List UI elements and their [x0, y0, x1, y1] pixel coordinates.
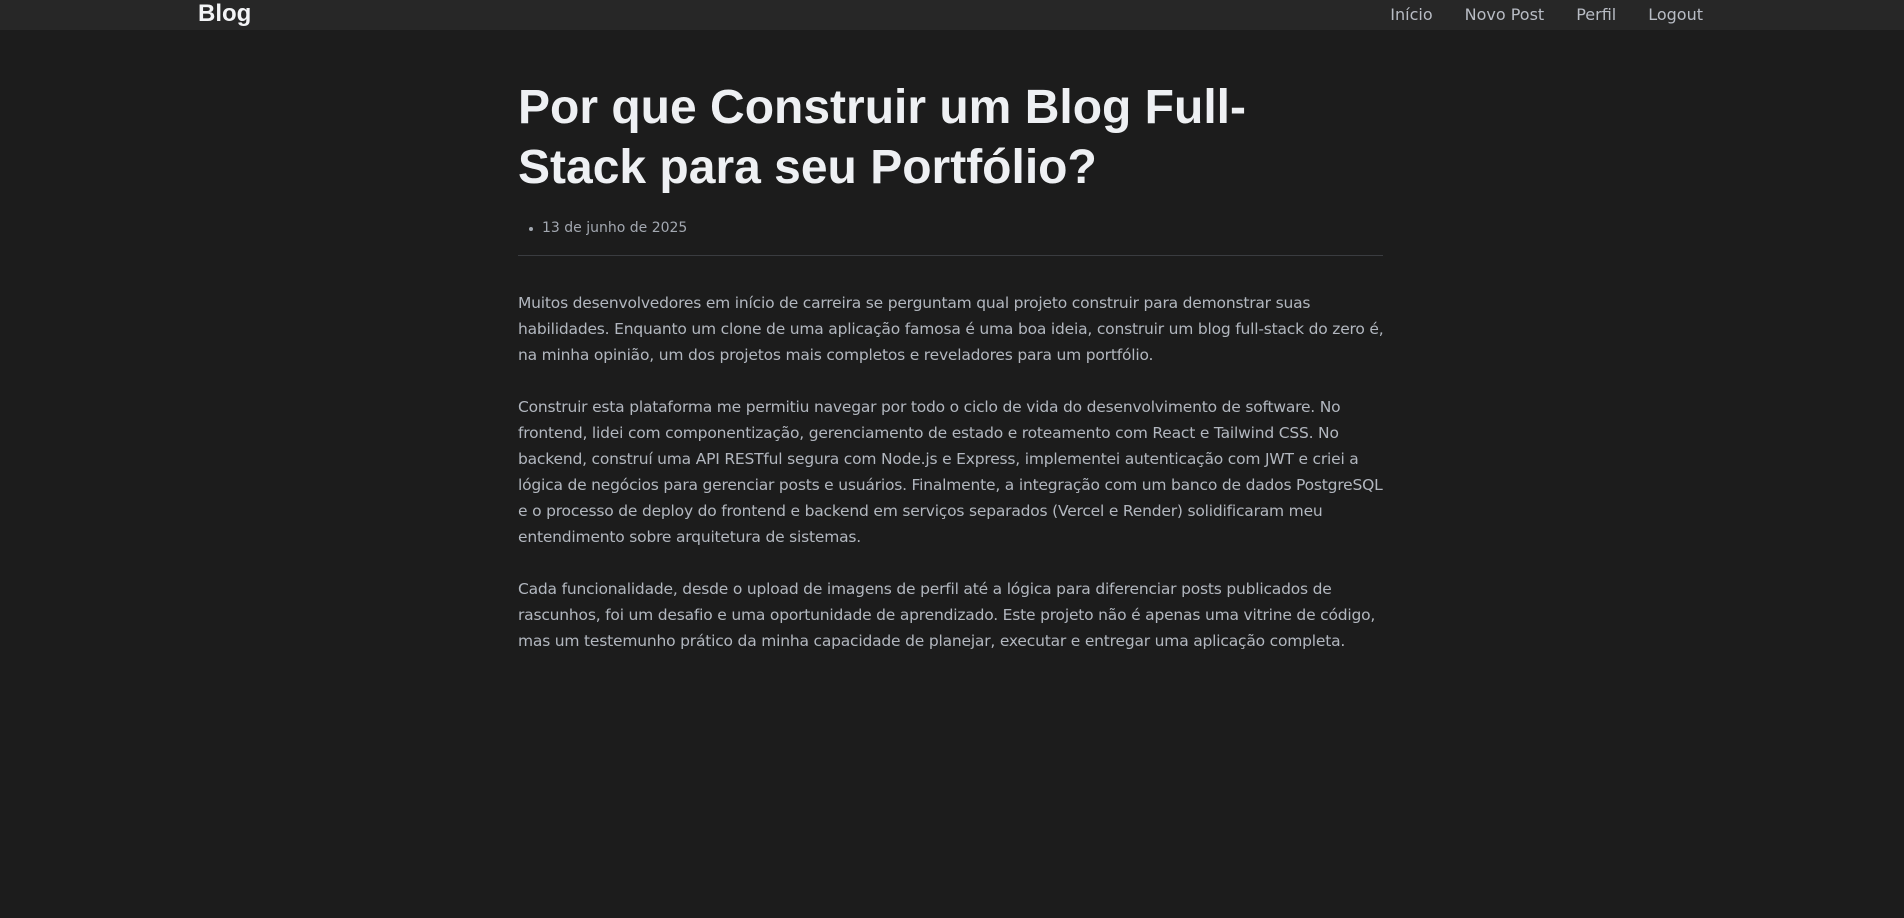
post-content: Muitos desenvolvedores em início de carr…: [518, 290, 1388, 654]
divider: [518, 255, 1383, 256]
post-title: Por que Construir um Blog Full-Stack par…: [518, 81, 1246, 194]
post-date: 13 de junho de 2025: [542, 220, 688, 236]
post-article: Por que Construir um Blog Full-Stack par…: [518, 78, 1384, 680]
nav-link-novo-post[interactable]: Novo Post: [1465, 1, 1545, 29]
nav-links: Início Novo Post Perfil Logout: [1390, 0, 1703, 30]
nav-link-logout[interactable]: Logout: [1648, 1, 1703, 29]
brand-logo[interactable]: Blog: [198, 0, 251, 30]
post-paragraph: Cada funcionalidade, desde o upload de i…: [518, 580, 1376, 650]
bullet-icon: [529, 227, 533, 231]
post-meta: 13 de junho de 2025: [518, 218, 1383, 238]
nav-link-perfil[interactable]: Perfil: [1576, 1, 1616, 29]
nav-link-inicio[interactable]: Início: [1390, 1, 1432, 29]
post-date-item: 13 de junho de 2025: [518, 218, 1383, 238]
top-navbar: Blog Início Novo Post Perfil Logout: [0, 0, 1904, 30]
post-paragraph: Muitos desenvolvedores em início de carr…: [518, 294, 1384, 364]
post-paragraph: Construir esta plataforma me permitiu na…: [518, 398, 1383, 546]
